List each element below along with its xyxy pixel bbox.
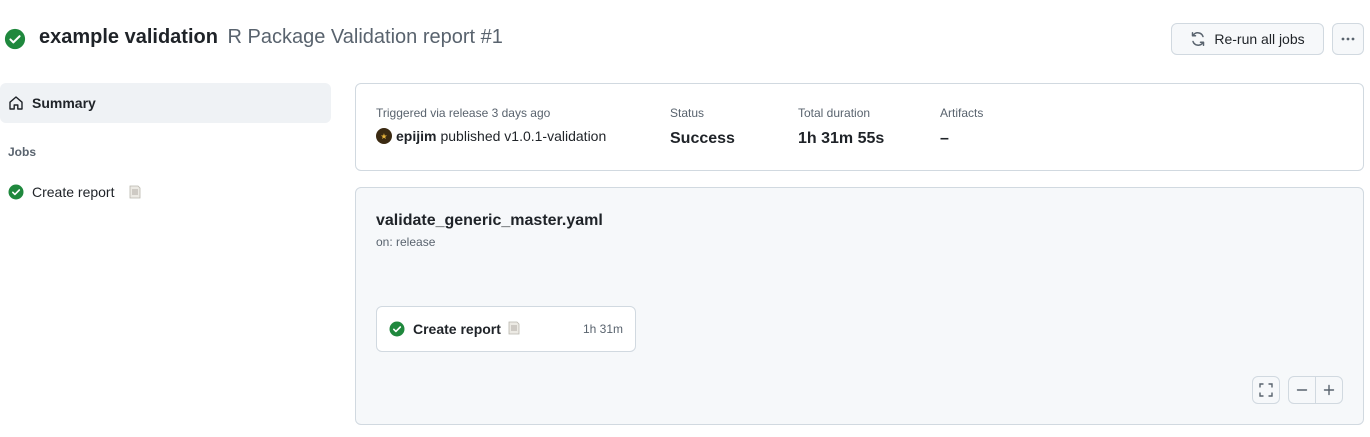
rerun-all-jobs-button[interactable]: Re-run all jobs xyxy=(1171,23,1324,55)
workflow-name[interactable]: example validation xyxy=(39,26,218,48)
artifacts-info: Artifacts – xyxy=(940,106,983,148)
status-label: Status xyxy=(670,106,705,120)
run-summary-card: Triggered via release 3 days ago ★ epiji… xyxy=(355,83,1364,171)
check-circle-fill-icon xyxy=(389,321,405,337)
workflow-file-name: validate_generic_master.yaml xyxy=(376,212,603,229)
status-value: Success xyxy=(670,130,735,147)
rerun-label: Re-run all jobs xyxy=(1214,31,1305,47)
run-sidebar: Summary Jobs Create report xyxy=(0,83,331,202)
sidebar-item-summary[interactable]: Summary xyxy=(0,83,331,123)
trigger-info: Triggered via release 3 days ago ★ epiji… xyxy=(376,106,606,144)
sidebar-item-label: Summary xyxy=(32,95,96,111)
workflow-graph: validate_generic_master.yaml on: release… xyxy=(355,187,1364,425)
home-icon xyxy=(9,96,23,110)
more-options-button[interactable] xyxy=(1332,23,1364,55)
run-header: example validation R Package Validation … xyxy=(0,0,1370,80)
duration-info: Total duration 1h 31m 55s xyxy=(798,106,884,148)
zoom-in-button[interactable] xyxy=(1315,376,1343,404)
kebab-horizontal-icon xyxy=(1341,37,1355,41)
duration-label: Total duration xyxy=(798,106,871,120)
job-node-create-report[interactable]: Create report 1h 31m xyxy=(376,306,636,352)
duration-value[interactable]: 1h 31m 55s xyxy=(798,130,884,148)
avatar[interactable]: ★ xyxy=(376,128,392,144)
actor-link[interactable]: epijim xyxy=(396,128,436,144)
page-title: example validation R Package Validation … xyxy=(39,26,503,49)
check-circle-fill-icon xyxy=(8,184,24,200)
job-node-label: Create report xyxy=(413,321,575,337)
plus-icon xyxy=(1323,384,1335,396)
check-circle-fill-icon xyxy=(4,28,26,50)
sync-icon xyxy=(1192,32,1205,46)
job-label: Create report xyxy=(32,184,115,200)
artifacts-label: Artifacts xyxy=(940,106,984,120)
workflow-trigger: on: release xyxy=(376,235,436,249)
release-action[interactable]: published v1.0.1-validation xyxy=(440,128,606,144)
job-node-duration: 1h 31m xyxy=(582,322,623,336)
page-emoji-icon xyxy=(128,185,142,199)
run-title: R Package Validation report #1 xyxy=(227,26,503,48)
jobs-heading: Jobs xyxy=(8,145,37,159)
zoom-out-button[interactable] xyxy=(1288,376,1316,404)
screen-full-icon xyxy=(1259,383,1273,397)
artifacts-value: – xyxy=(940,130,949,147)
status-info: Status Success xyxy=(670,106,735,148)
dash-icon xyxy=(1296,389,1308,391)
fit-to-screen-button[interactable] xyxy=(1252,376,1280,404)
page-emoji-icon xyxy=(507,321,521,335)
trigger-detail: ★ epijim published v1.0.1-validation xyxy=(376,128,606,144)
trigger-label: Triggered via release 3 days ago xyxy=(376,106,551,120)
job-node-name: Create report xyxy=(413,321,501,337)
sidebar-item-create-report[interactable]: Create report xyxy=(0,182,331,202)
